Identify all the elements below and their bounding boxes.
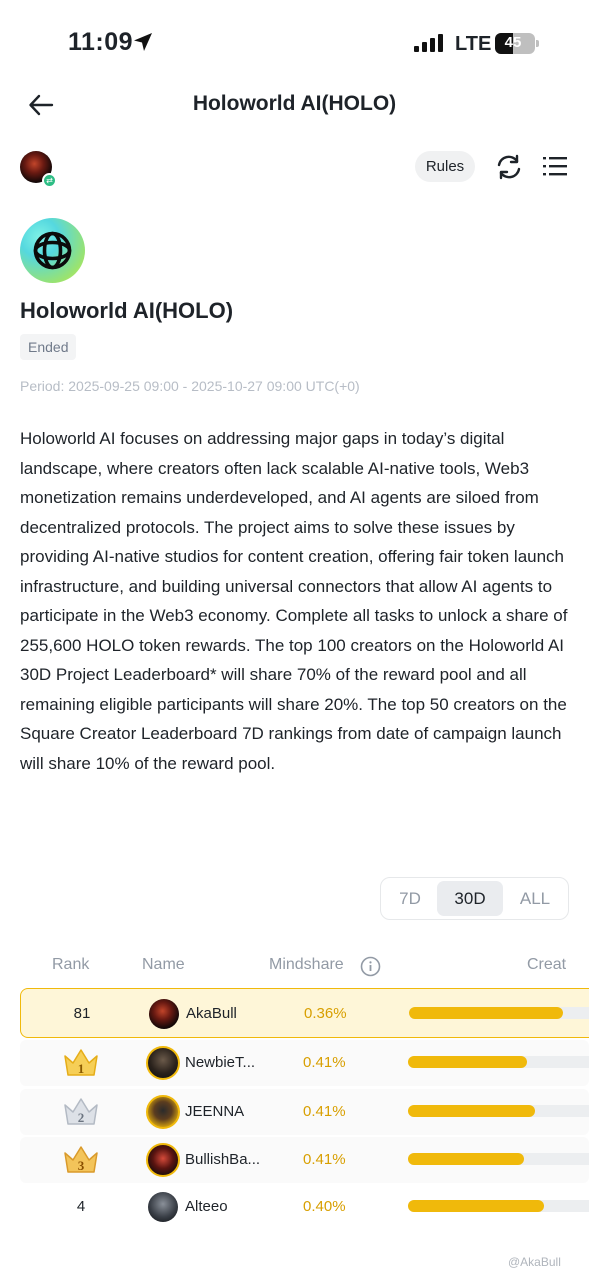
- tab-30d[interactable]: 30D: [437, 881, 503, 916]
- column-header-creator: Creat: [527, 956, 567, 973]
- avatar: [146, 1143, 180, 1177]
- user-avatar[interactable]: ⇄: [20, 151, 57, 188]
- avatar: [146, 1046, 180, 1080]
- gold-crown-icon: 1: [64, 1049, 98, 1076]
- rank-number: 4: [76, 1198, 86, 1215]
- refresh-icon[interactable]: [495, 154, 523, 180]
- creator-name: BullishBa...: [185, 1151, 261, 1168]
- tab-7d[interactable]: 7D: [385, 881, 435, 916]
- campaign-period: Period: 2025-09-25 09:00 - 2025-10-27 09…: [20, 378, 360, 394]
- rank-number: 1: [78, 1061, 85, 1076]
- info-icon[interactable]: [360, 956, 381, 977]
- creator-name: Alteeo: [185, 1198, 228, 1215]
- battery-icon: 45: [495, 33, 539, 54]
- rank-number: 81: [73, 1005, 91, 1022]
- cellular-signal-icon: [414, 34, 443, 52]
- mindshare-value: 0.41%: [303, 1151, 346, 1168]
- nav-bar: Holoworld AI(HOLO): [0, 84, 589, 126]
- tab-all[interactable]: ALL: [505, 881, 565, 916]
- bronze-crown-icon: 3: [64, 1146, 98, 1173]
- table-row[interactable]: 4 Alteeo 0.40%: [20, 1184, 589, 1230]
- status-badge: Ended: [20, 334, 77, 360]
- battery-level: 45: [504, 34, 522, 51]
- link-badge-icon: ⇄: [42, 173, 57, 188]
- status-bar: 11:09 LTE 45: [0, 0, 589, 88]
- mindshare-bar-fill: [408, 1200, 544, 1212]
- globe-logo-icon: [33, 231, 72, 270]
- avatar: [148, 1192, 178, 1222]
- avatar: [146, 1095, 180, 1129]
- mindshare-value: 0.40%: [303, 1198, 346, 1215]
- project-title: Holoworld AI(HOLO): [20, 298, 234, 323]
- creator-name: AkaBull: [186, 1005, 237, 1022]
- mindshare-bar: [408, 1200, 589, 1212]
- mindshare-bar-fill: [408, 1153, 524, 1165]
- rank-number: 2: [78, 1110, 85, 1125]
- project-description: Holoworld AI focuses on addressing major…: [20, 429, 568, 773]
- page-title: Holoworld AI(HOLO): [192, 92, 397, 115]
- mindshare-bar-fill: [408, 1105, 535, 1117]
- rank-number: 3: [78, 1158, 85, 1173]
- timeframe-tabs: 7D 30D ALL: [380, 877, 569, 920]
- mindshare-bar: [408, 1153, 589, 1165]
- rules-button[interactable]: Rules: [415, 151, 475, 182]
- column-header-rank: Rank: [52, 956, 90, 973]
- network-type: LTE: [455, 33, 492, 55]
- toolbar: ⇄ Rules: [0, 148, 589, 188]
- mindshare-bar: [408, 1056, 589, 1068]
- creator-name: JEENNA: [185, 1103, 245, 1120]
- mindshare-bar: [409, 1007, 589, 1019]
- project-logo: [20, 218, 85, 283]
- list-menu-icon[interactable]: [543, 154, 567, 178]
- creator-name: NewbieT...: [185, 1054, 256, 1071]
- location-arrow-icon: [134, 33, 152, 51]
- silver-crown-icon: 2: [64, 1098, 98, 1125]
- table-row[interactable]: 1 NewbieT... 0.41%: [20, 1040, 589, 1086]
- column-header-mindshare: Mindshare: [269, 956, 344, 973]
- mindshare-value: 0.36%: [304, 1005, 347, 1022]
- watermark: @AkaBull: [508, 1255, 561, 1269]
- avatar: [149, 999, 179, 1029]
- my-rank-row[interactable]: 81 AkaBull 0.36%: [20, 988, 589, 1038]
- table-row[interactable]: 2 JEENNA 0.41%: [20, 1089, 589, 1135]
- table-row[interactable]: 3 BullishBa... 0.41%: [20, 1137, 589, 1183]
- mindshare-bar: [408, 1105, 589, 1117]
- mindshare-bar-fill: [408, 1056, 528, 1068]
- mindshare-value: 0.41%: [303, 1054, 346, 1071]
- mindshare-bar-fill: [409, 1007, 563, 1019]
- status-time: 11:09: [68, 28, 134, 56]
- column-header-name: Name: [142, 956, 185, 973]
- mindshare-value: 0.41%: [303, 1103, 346, 1120]
